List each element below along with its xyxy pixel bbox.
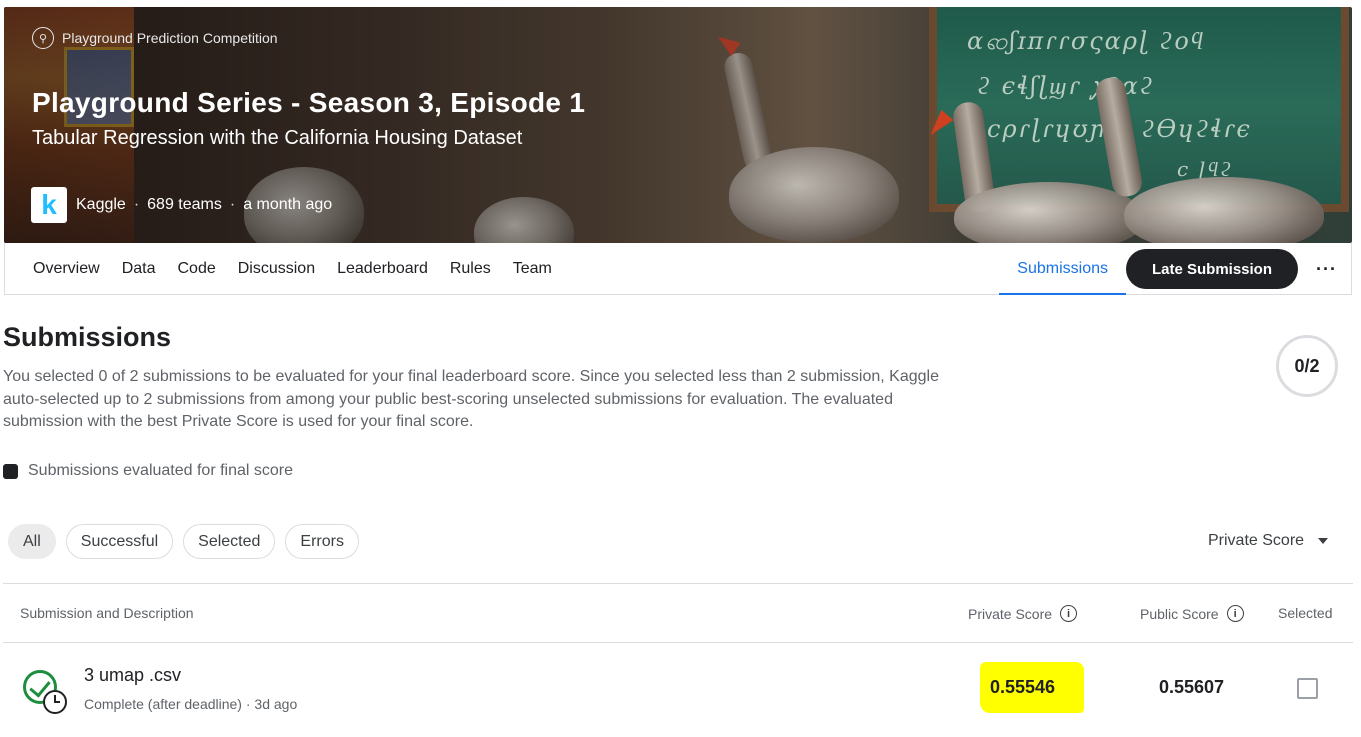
col-private-label: Private Score bbox=[968, 605, 1053, 622]
sort-dropdown[interactable]: Private Score bbox=[1208, 532, 1329, 550]
filter-selected[interactable]: Selected bbox=[183, 524, 276, 559]
col-public-score: Public Score i bbox=[1140, 605, 1244, 622]
tab-overview[interactable]: Overview bbox=[33, 243, 100, 295]
meta-separator: · bbox=[229, 196, 236, 213]
info-icon[interactable]: i bbox=[1060, 605, 1078, 622]
competition-subtitle: Tabular Regression with the California H… bbox=[32, 127, 523, 149]
submission-filename[interactable]: 3 umap .csv bbox=[84, 665, 181, 686]
col-public-label: Public Score bbox=[1140, 605, 1219, 622]
clock-icon bbox=[43, 690, 67, 714]
host-name[interactable]: Kaggle bbox=[76, 196, 126, 214]
tab-rules[interactable]: Rules bbox=[450, 243, 491, 295]
col-selected-label: Selected bbox=[1278, 605, 1333, 621]
tab-team[interactable]: Team bbox=[513, 243, 552, 295]
tab-discussion[interactable]: Discussion bbox=[238, 243, 315, 295]
kaggle-logo[interactable]: k bbox=[31, 187, 67, 223]
competition-header-banner: ɑၹʃɪπɾɾσςɑρɭ ϩοϥ ϩ ϵɬʃɭϣɾ ꭕϩɑϩ ϲρɾɭɾɥʊɲ … bbox=[4, 7, 1352, 243]
tab-submissions[interactable]: Submissions bbox=[999, 243, 1126, 295]
col-private-score: Private Score i bbox=[968, 605, 1078, 622]
table-row[interactable]: 3 umap .csv Complete (after deadline) · … bbox=[3, 644, 1353, 737]
competition-meta: k Kaggle · 689 teams · a month ago bbox=[31, 187, 332, 223]
caret-down-icon bbox=[1318, 538, 1329, 544]
nav-right-actions: Submissions Late Submission ··· bbox=[999, 243, 1337, 295]
submission-filters: All Successful Selected Errors bbox=[8, 524, 359, 559]
bicycle-icon: ⚲ bbox=[32, 27, 54, 49]
legend-label: Submissions evaluated for final score bbox=[28, 462, 294, 479]
tab-leaderboard[interactable]: Leaderboard bbox=[337, 243, 428, 295]
submission-status-text: Complete (after deadline) · 3d ago bbox=[84, 696, 298, 712]
col-submission: Submission and Description bbox=[20, 605, 194, 621]
filter-successful[interactable]: Successful bbox=[65, 524, 174, 559]
private-score-value: 0.55546 bbox=[990, 677, 1056, 697]
final-score-legend: Submissions evaluated for final score bbox=[3, 462, 293, 480]
selected-checkbox[interactable] bbox=[1297, 678, 1318, 699]
competition-title: Playground Series - Season 3, Episode 1 bbox=[32, 87, 586, 118]
time-ago: a month ago bbox=[243, 196, 333, 213]
selected-counter: 0/2 bbox=[1276, 335, 1338, 397]
page-title: Submissions bbox=[3, 322, 172, 352]
competition-nav: Overview Data Code Discussion Leaderboar… bbox=[4, 243, 1352, 295]
competition-type: ⚲ Playground Prediction Competition bbox=[32, 27, 278, 49]
submissions-table-header: Submission and Description Private Score… bbox=[3, 583, 1353, 643]
tab-code[interactable]: Code bbox=[177, 243, 215, 295]
more-options-icon[interactable]: ··· bbox=[1316, 259, 1337, 280]
late-submission-button[interactable]: Late Submission bbox=[1125, 249, 1299, 289]
competition-type-label: Playground Prediction Competition bbox=[62, 30, 278, 46]
sort-label: Private Score bbox=[1208, 532, 1305, 549]
col-submission-label: Submission and Description bbox=[20, 605, 194, 621]
legend-square-icon bbox=[3, 463, 18, 479]
teams-count: 689 teams bbox=[147, 196, 222, 213]
public-score-value: 0.55607 bbox=[1159, 677, 1225, 697]
meta-separator: · bbox=[133, 196, 140, 213]
filter-errors[interactable]: Errors bbox=[285, 524, 359, 559]
col-selected: Selected bbox=[1278, 605, 1332, 621]
submissions-description: You selected 0 of 2 submissions to be ev… bbox=[3, 368, 939, 430]
tab-data[interactable]: Data bbox=[122, 243, 156, 295]
info-icon[interactable]: i bbox=[1226, 605, 1244, 622]
filter-all[interactable]: All bbox=[8, 524, 56, 559]
complete-status-icon bbox=[23, 670, 69, 716]
